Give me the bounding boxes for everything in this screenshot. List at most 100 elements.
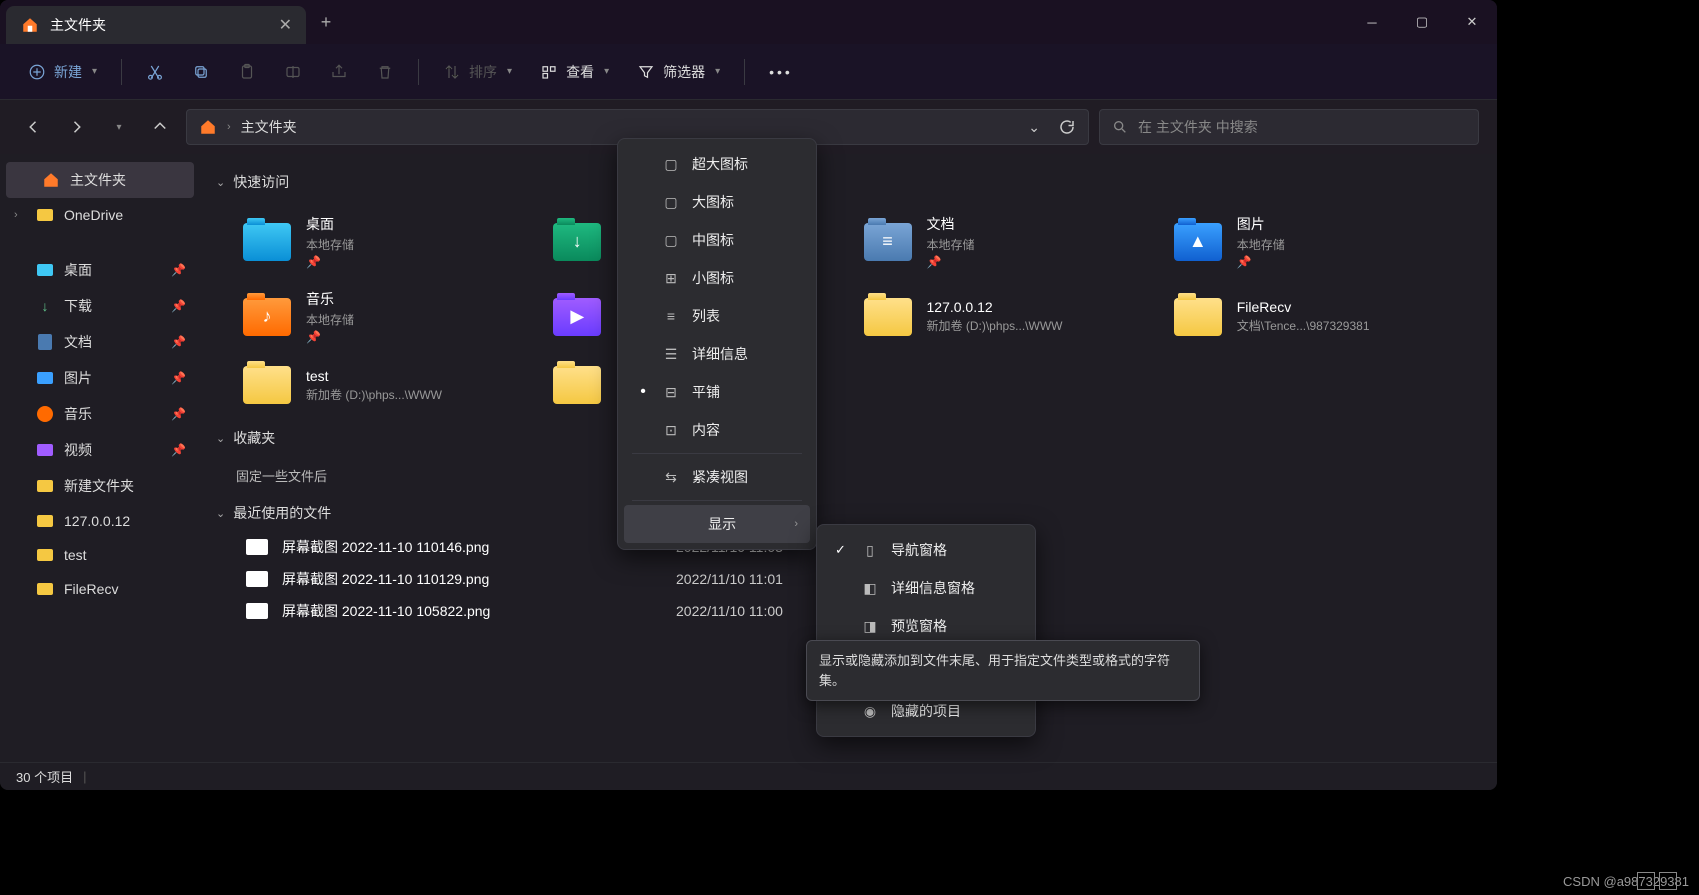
sidebar-item[interactable]: 新建文件夹 [0,468,200,504]
tab-home[interactable]: 主文件夹 ✕ [6,6,306,44]
favorites-empty-hint: 固定一些文件后 [216,456,1481,495]
pin-icon: 📌 [306,330,354,344]
sort-icon [443,63,461,81]
more-button[interactable]: ••• [759,58,803,86]
folder-icon: ▶ [552,296,602,338]
home-icon [20,16,40,34]
radio-indicator: • [636,383,650,401]
section-favorites[interactable]: ⌄收藏夹 [216,420,1481,456]
forward-button[interactable] [60,111,92,143]
new-tab-button[interactable]: + [306,12,346,33]
folder-item[interactable]: 127.0.0.12新加卷 (D:)\phps...\WWW [857,283,1151,350]
tab-title: 主文件夹 [50,15,269,35]
menu-item-show[interactable]: 显示› [624,505,810,543]
maximize-button[interactable]: ▢ [1397,0,1447,44]
sidebar-item-home[interactable]: 主文件夹 [6,162,194,198]
compact-icon: ⇆ [662,468,680,486]
folder-icon [863,296,913,338]
folder-item[interactable]: ≡ 文档本地存储📌 [857,208,1151,275]
chevron-down-icon: ⌄ [216,507,225,520]
folder-icon [1173,296,1223,338]
trash-icon [376,63,394,81]
tooltip: 显示或隐藏添加到文件末尾、用于指定文件类型或格式的字符集。 [806,640,1200,701]
up-button[interactable] [144,111,176,143]
paste-button[interactable] [228,57,266,87]
close-window-button[interactable]: ✕ [1447,0,1497,44]
sidebar-item[interactable]: 音乐📌 [0,396,200,432]
check-icon: ✓ [835,542,849,558]
section-quickaccess[interactable]: ⌄快速访问 [216,164,1481,200]
chevron-down-icon: ⌄ [216,432,225,445]
menu-item-view-4[interactable]: ≡列表 [624,297,810,335]
folder-icon: ≡ [863,221,913,263]
view-button[interactable]: 查看▾ [530,56,619,88]
sidebar-item[interactable]: ↓下载📌 [0,288,200,324]
filter-button[interactable]: 筛选器▾ [627,56,730,88]
titlebar: 主文件夹 ✕ + ─ ▢ ✕ [0,0,1497,44]
expand-icon[interactable]: › [14,209,26,221]
sidebar-item[interactable]: 图片📌 [0,360,200,396]
sidebar-item[interactable]: FileRecv [0,572,200,606]
address-dropdown[interactable]: ⌄ [1028,119,1040,136]
sidebar-item[interactable]: test [0,538,200,572]
cut-button[interactable] [136,57,174,87]
menu-item-view-7[interactable]: ⊡内容 [624,411,810,449]
folder-item[interactable]: test新加卷 (D:)\phps...\WWW [236,358,530,412]
sidebar-item-onedrive[interactable]: › OneDrive [0,198,200,232]
menu-item-view-0[interactable]: ▢超大图标 [624,145,810,183]
rename-button[interactable] [274,57,312,87]
refresh-button[interactable] [1058,118,1076,136]
eye-icon: ◉ [861,702,879,720]
folder-item[interactable]: FileRecv文档\Tence...\987329381 [1167,283,1461,350]
search-input[interactable]: 在 主文件夹 中搜索 [1099,109,1479,145]
folder-icon [36,405,54,423]
sidebar-item[interactable]: 127.0.0.12 [0,504,200,538]
view-mode-icon: ⊞ [662,269,680,287]
delete-button[interactable] [366,57,404,87]
folder-icon [36,580,54,598]
menu-item-view-5[interactable]: ☰详细信息 [624,335,810,373]
chevron-right-icon: › [794,518,798,530]
arrow-up-icon [151,118,169,136]
sidebar-item[interactable]: 视频📌 [0,432,200,468]
sidebar-item[interactable]: 桌面📌 [0,252,200,288]
folder-item[interactable]: ▲ 图片本地存储📌 [1167,208,1461,275]
share-button[interactable] [320,57,358,87]
copy-button[interactable] [182,57,220,87]
folder-icon [242,221,292,263]
view-icon [540,63,558,81]
show-submenu: ✓▯导航窗格 ◧详细信息窗格 ◨预览窗格 ✓🗎文件扩展名 ◉隐藏的项目 [816,524,1036,737]
details-pane-icon: ◧ [861,579,879,597]
pin-icon: 📌 [927,255,975,269]
menu-item-view-2[interactable]: ▢中图标 [624,221,810,259]
menu-item-compact[interactable]: ⇆紧凑视图 [624,458,810,496]
rename-icon [284,63,302,81]
ellipsis-icon: ••• [769,64,793,80]
view-mode-icon: ⊡ [662,421,680,439]
history-dropdown[interactable]: ▾ [102,111,134,143]
folder-icon [36,369,54,387]
folder-icon [36,546,54,564]
minimize-button[interactable]: ─ [1347,0,1397,44]
cut-icon [146,63,164,81]
home-icon [42,171,60,189]
folder-icon: ▲ [1173,221,1223,263]
breadcrumb[interactable]: 主文件夹 [241,117,297,137]
folder-item[interactable]: ♪ 音乐本地存储📌 [236,283,530,350]
new-button[interactable]: 新建▾ [18,56,107,88]
pin-icon: 📌 [171,263,186,277]
menu-item-detailspane[interactable]: ◧详细信息窗格 [823,569,1029,607]
menu-item-view-1[interactable]: ▢大图标 [624,183,810,221]
menu-item-navpane[interactable]: ✓▯导航窗格 [823,531,1029,569]
pin-icon: 📌 [1237,255,1285,269]
menu-item-view-3[interactable]: ⊞小图标 [624,259,810,297]
sidebar-item[interactable]: 文档📌 [0,324,200,360]
tab-close-icon[interactable]: ✕ [279,15,292,35]
back-button[interactable] [18,111,50,143]
folder-item[interactable]: 桌面本地存储📌 [236,208,530,275]
menu-item-view-6[interactable]: •⊟平铺 [624,373,810,411]
chevron-down-icon: ▾ [116,122,121,133]
sidebar: 主文件夹 › OneDrive 桌面📌↓下载📌文档📌图片📌音乐📌视频📌新建文件夹… [0,154,200,762]
sort-button[interactable]: 排序▾ [433,56,522,88]
view-mode-icon: ≡ [662,307,680,325]
